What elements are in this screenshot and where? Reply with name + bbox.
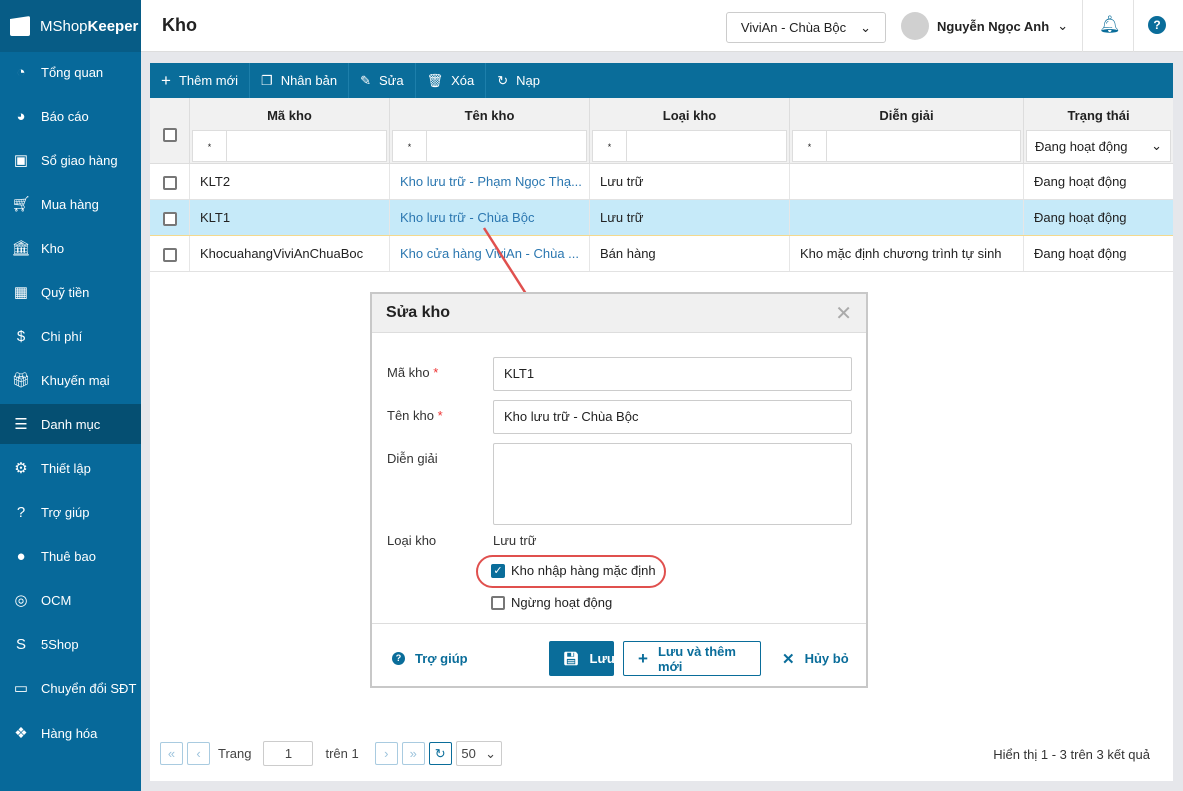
required-mark: * bbox=[433, 365, 439, 380]
save-label: Lưu bbox=[589, 651, 615, 666]
dialog-title: Sửa kho bbox=[386, 304, 451, 321]
desc-label: Diễn giải bbox=[387, 451, 438, 466]
edit-warehouse-dialog: Sửa kho ✕ Mã kho * KLT1 Tên kho * Kho lưu… bbox=[370, 292, 868, 688]
default-import-checkbox[interactable]: ✓ Kho nhập hàng mặc định bbox=[491, 563, 656, 578]
save-button[interactable]: 💾︎ Lưu bbox=[549, 641, 615, 676]
help-icon: ? bbox=[392, 652, 405, 665]
type-value: Lưu trữ bbox=[493, 533, 537, 548]
dialog-header: Sửa kho ✕ bbox=[372, 294, 866, 333]
inactive-checkbox[interactable]: Ngừng hoạt động bbox=[491, 595, 612, 610]
close-icon: ✕ bbox=[782, 650, 795, 668]
name-input[interactable]: Kho lưu trữ - Chùa Bộc bbox=[493, 400, 852, 434]
checkbox-box bbox=[491, 595, 505, 610]
required-mark: * bbox=[437, 408, 443, 423]
default-import-label: Kho nhập hàng mặc định bbox=[511, 563, 656, 578]
save-new-label: Lưu và thêm mới bbox=[657, 643, 736, 674]
inactive-label: Ngừng hoạt động bbox=[511, 595, 613, 610]
help-label: Trợ giúp bbox=[415, 651, 468, 666]
cancel-button[interactable]: ✕ Hủy bỏ bbox=[768, 641, 863, 676]
dialog-footer-divider bbox=[372, 623, 866, 624]
plus-icon: + bbox=[638, 648, 648, 668]
floppy-icon: 💾︎ bbox=[563, 650, 580, 666]
desc-textarea[interactable] bbox=[493, 443, 852, 525]
code-label: Mã kho * bbox=[387, 365, 439, 380]
name-label: Tên kho * bbox=[387, 408, 443, 423]
code-input[interactable]: KLT1 bbox=[493, 357, 852, 391]
cancel-label: Hủy bỏ bbox=[804, 651, 849, 666]
checkmark-icon: ✓ bbox=[491, 563, 505, 578]
save-and-new-button[interactable]: + Lưu và thêm mới bbox=[623, 641, 761, 676]
type-label: Loại kho bbox=[387, 533, 437, 548]
help-link[interactable]: ? Trợ giúp bbox=[378, 641, 482, 676]
close-icon[interactable]: ✕ bbox=[835, 301, 852, 326]
